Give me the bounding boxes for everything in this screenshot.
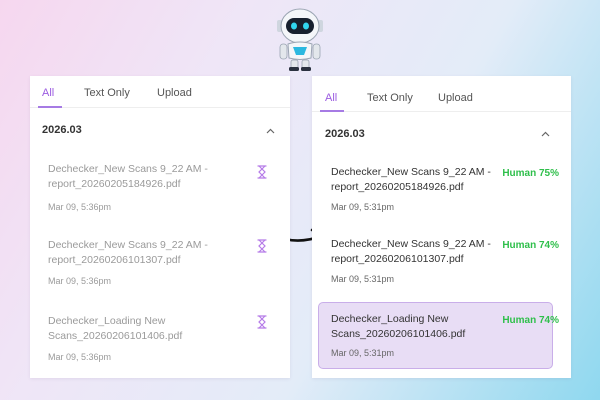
robot-mascot-icon: [277, 8, 323, 71]
hourglass-icon: [257, 239, 267, 253]
timestamp: Mar 09, 5:36pm: [48, 202, 112, 212]
file-name: Dechecker_New Scans 9_22 AM - report_202…: [331, 166, 491, 193]
human-score-badge: Human 74%: [502, 240, 559, 251]
chevron-up-icon[interactable]: [541, 131, 550, 137]
file-name: Dechecker_Loading New Scans_202602061014…: [48, 315, 183, 342]
group-label: 2026.03: [325, 128, 365, 140]
list-item[interactable]: Dechecker_New Scans 9_22 AM - report_202…: [312, 237, 571, 297]
timestamp: Mar 09, 5:31pm: [331, 274, 395, 284]
timestamp: Mar 09, 5:36pm: [48, 352, 112, 362]
tab-bar: All Text Only Upload: [30, 76, 290, 108]
tab-upload[interactable]: Upload: [157, 87, 192, 99]
human-score-badge: Human 74%: [502, 315, 559, 326]
list-item[interactable]: Dechecker_Loading New Scans_202602061014…: [312, 312, 571, 372]
human-score-badge: Human 75%: [502, 168, 559, 179]
active-tab-indicator: [38, 106, 62, 108]
timestamp: Mar 09, 5:36pm: [48, 276, 112, 286]
timestamp: Mar 09, 5:31pm: [331, 348, 395, 358]
file-name: Dechecker_New Scans 9_22 AM - report_202…: [48, 163, 208, 190]
list-item[interactable]: Dechecker_New Scans 9_22 AM - report_202…: [30, 162, 290, 222]
list-item[interactable]: Dechecker_Loading New Scans_202602061014…: [30, 314, 290, 374]
tab-all[interactable]: All: [325, 92, 337, 104]
chevron-up-icon[interactable]: [266, 128, 275, 134]
history-panel-processing: All Text Only Upload 2026.03 Dechecker_N…: [30, 76, 290, 378]
list-item[interactable]: Dechecker_New Scans 9_22 AM - report_202…: [312, 165, 571, 225]
group-label: 2026.03: [42, 124, 82, 136]
file-name: Dechecker_New Scans 9_22 AM - report_202…: [331, 238, 491, 265]
timestamp: Mar 09, 5:31pm: [331, 202, 395, 212]
file-name: Dechecker_New Scans 9_22 AM - report_202…: [48, 239, 208, 266]
history-panel-results: All Text Only Upload 2026.03 Dechecker_N…: [312, 76, 571, 378]
tab-upload[interactable]: Upload: [438, 92, 473, 104]
tab-all[interactable]: All: [42, 87, 54, 99]
active-tab-indicator: [320, 110, 344, 112]
tab-bar: All Text Only Upload: [312, 76, 571, 112]
tab-text-only[interactable]: Text Only: [84, 87, 130, 99]
tab-text-only[interactable]: Text Only: [367, 92, 413, 104]
hourglass-icon: [257, 165, 267, 179]
hourglass-icon: [257, 315, 267, 329]
list-item[interactable]: Dechecker_New Scans 9_22 AM - report_202…: [30, 238, 290, 298]
file-name: Dechecker_Loading New Scans_202602061014…: [331, 313, 466, 340]
